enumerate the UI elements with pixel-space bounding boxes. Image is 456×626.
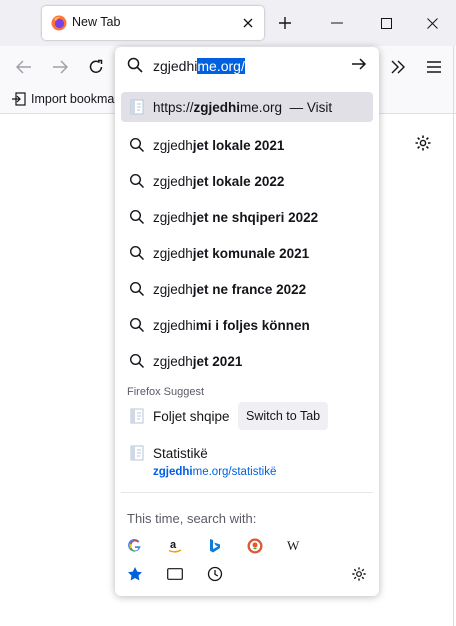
address-bar-input[interactable]: zgjedhime.org/ [123, 52, 371, 80]
search-suggestion[interactable]: zgjedhjet ne france 2022 [121, 274, 373, 304]
search-icon [129, 173, 145, 189]
reload-icon[interactable] [85, 56, 107, 78]
search-suggestion[interactable]: zgjedhjet komunale 2021 [121, 238, 373, 268]
bing-icon[interactable] [204, 535, 226, 557]
import-bookmarks-button[interactable]: Import bookma [12, 92, 114, 106]
back-arrow-icon[interactable] [13, 56, 35, 78]
search-icon [129, 209, 145, 225]
svg-text:a: a [170, 539, 177, 551]
window-edge [453, 46, 454, 626]
search-suggestion[interactable]: zgjedhjet lokale 2022 [121, 166, 373, 196]
divider [121, 492, 373, 493]
hamburger-menu-icon[interactable] [423, 56, 445, 78]
tab-new-tab[interactable]: New Tab [42, 6, 264, 40]
forward-arrow-icon[interactable] [49, 56, 71, 78]
url-prefix: https:// [153, 100, 194, 115]
suggestion-typed: zgjedhi [153, 318, 196, 333]
url-bold: zgjedhi [193, 100, 241, 115]
result-visit-url[interactable]: https://zgjedhime.org — Visit [121, 92, 373, 122]
suggestion-typed: zgjedh [153, 138, 193, 153]
tabs-icon[interactable] [164, 563, 186, 585]
close-window-icon[interactable] [418, 10, 446, 36]
import-icon [12, 92, 26, 106]
search-icon [129, 245, 145, 261]
page-favicon-icon [130, 445, 144, 461]
suggestion-completion: jet komunale 2021 [192, 246, 310, 261]
search-settings-gear-icon[interactable] [348, 563, 370, 585]
suggestion-completion: mi i foljes können [195, 318, 310, 333]
suggestion-completion: jet lokale 2022 [192, 174, 285, 189]
typed-text: zgjedhi [153, 58, 198, 74]
open-tab-title: Foljet shqipe [153, 409, 230, 424]
suggestion-typed: zgjedh [153, 282, 193, 297]
suggestion-typed: zgjedh [153, 174, 193, 189]
google-icon[interactable] [124, 535, 146, 557]
suggestion-completion: jet ne shqiperi 2022 [192, 210, 319, 225]
tab-title: New Tab [72, 15, 121, 29]
wikipedia-icon[interactable]: W [284, 535, 306, 557]
url-rest: me.org [240, 100, 283, 115]
page-settings-gear-icon[interactable] [414, 134, 434, 154]
autofill-selection: me.org/ [197, 58, 245, 74]
history-url: zgjedhime.org/statistikë [153, 466, 276, 478]
maximize-icon[interactable] [372, 10, 400, 36]
page-favicon-icon [130, 99, 144, 115]
search-suggestion[interactable]: zgjedhjet 2021 [121, 346, 373, 376]
suggestion-completion: jet lokale 2021 [192, 138, 285, 153]
duckduckgo-icon[interactable] [244, 535, 266, 557]
search-icon [129, 317, 145, 333]
history-clock-icon[interactable] [204, 563, 226, 585]
suggestion-typed: zgjedh [153, 210, 193, 225]
search-suggestion[interactable]: zgjedhimi i foljes können [121, 310, 373, 340]
tab-strip: New Tab [0, 0, 456, 46]
amazon-icon[interactable]: a [164, 535, 186, 557]
search-with-label: This time, search with: [127, 511, 257, 526]
search-suggestion[interactable]: zgjedhjet lokale 2021 [121, 130, 373, 160]
minimize-icon[interactable] [323, 10, 351, 36]
suggestion-typed: zgjedh [153, 354, 193, 369]
svg-text:W: W [287, 539, 300, 553]
history-title: Statistikë [153, 446, 208, 461]
history-url-rest: me.org/statistikë [192, 466, 277, 478]
urlbar-popup: zgjedhime.org/ https://zgjedhime.org — V… [115, 47, 379, 596]
suggestion-completion: jet ne france 2022 [192, 282, 307, 297]
suggestion-completion: jet 2021 [192, 354, 243, 369]
page-favicon-icon [130, 408, 144, 424]
visit-action: — Visit [289, 100, 333, 115]
overflow-chevrons-icon[interactable] [387, 56, 409, 78]
search-icon [129, 281, 145, 297]
history-url-bold: zgjedhi [153, 466, 193, 478]
address-bar-text: zgjedhime.org/ [153, 58, 245, 74]
firefox-suggest-heading: Firefox Suggest [127, 386, 205, 398]
switch-to-tab-button[interactable]: Switch to Tab [238, 402, 329, 430]
search-icon [127, 57, 143, 73]
bookmarks-star-icon[interactable] [124, 563, 146, 585]
search-suggestion[interactable]: zgjedhjet ne shqiperi 2022 [121, 202, 373, 232]
suggestion-typed: zgjedh [153, 246, 193, 261]
search-icon [129, 137, 145, 153]
new-tab-plus-icon[interactable] [274, 12, 296, 34]
close-tab-icon[interactable] [238, 13, 258, 33]
search-icon [129, 353, 145, 369]
go-arrow-icon[interactable] [351, 57, 367, 71]
firefox-logo-icon [51, 15, 67, 31]
import-bookmarks-label: Import bookma [31, 92, 115, 106]
